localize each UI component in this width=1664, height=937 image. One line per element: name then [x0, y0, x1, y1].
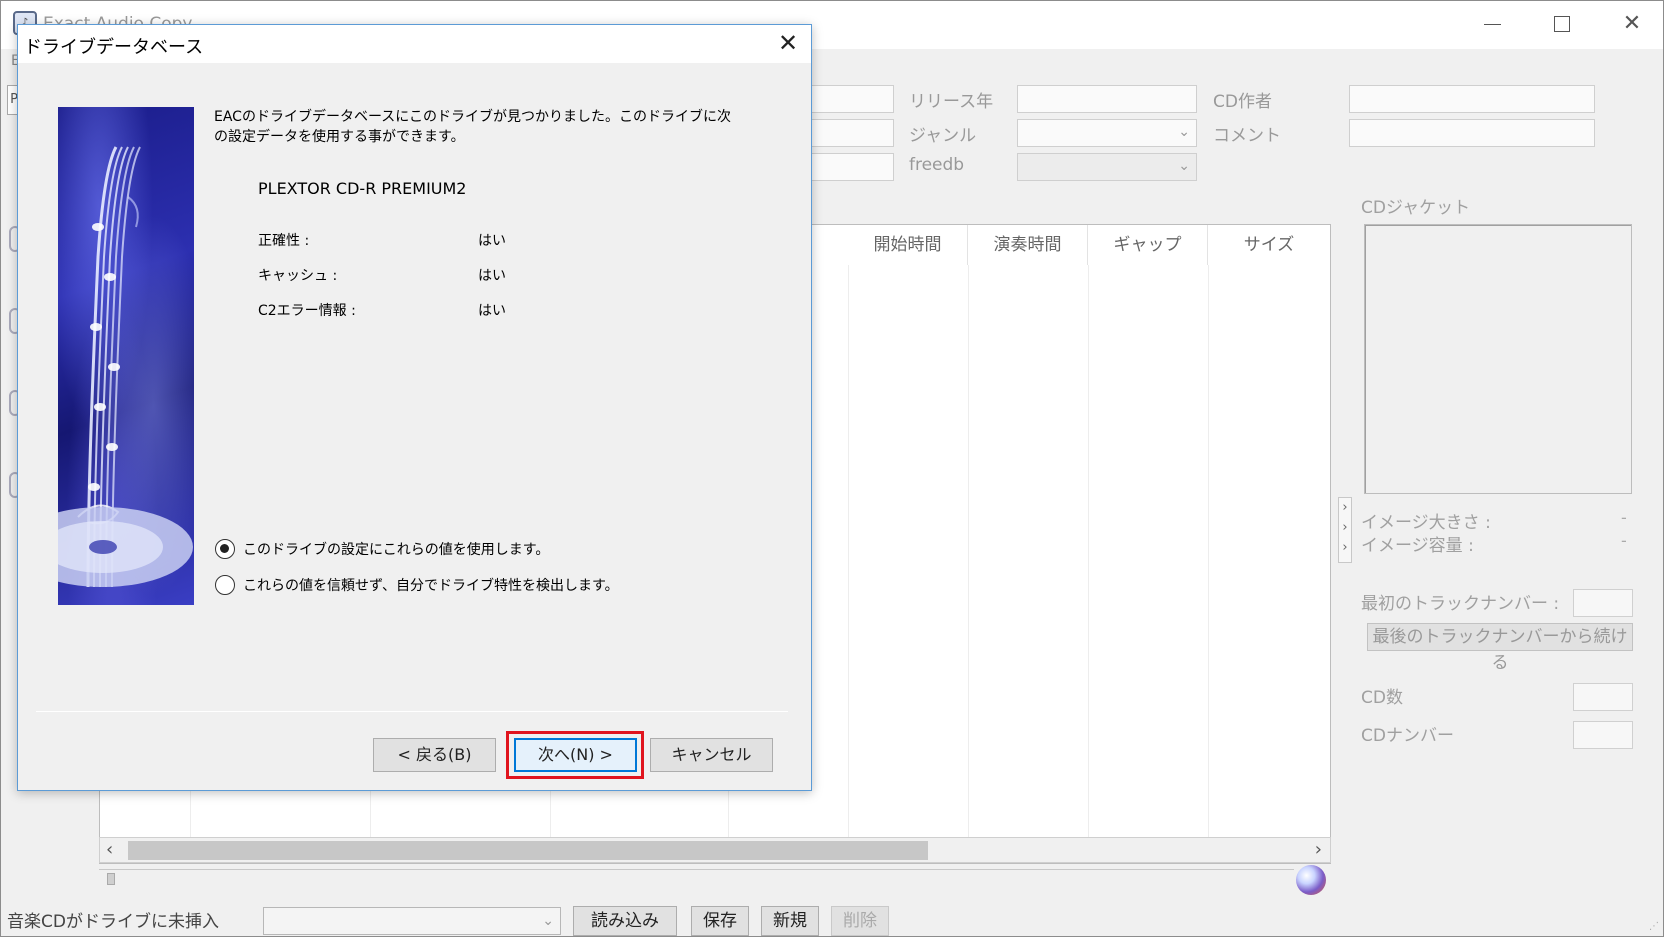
dialog-description: EACのドライブデータベースにこのドライブが見つかりました。このドライブに次の設…: [214, 109, 731, 145]
cd-jacket-label: CDジャケット: [1361, 198, 1471, 218]
minimize-button[interactable]: [1457, 1, 1527, 49]
status-text: 音楽CDがドライブに未挿入: [7, 912, 219, 932]
close-icon: ✕: [1622, 11, 1642, 36]
column-divider: [1088, 265, 1089, 845]
use-values-radio[interactable]: [215, 539, 235, 559]
release-year-label: リリース年: [909, 92, 994, 112]
music-cd-illustration: [58, 146, 193, 588]
comment-field[interactable]: [1349, 119, 1595, 147]
image-size-value: -: [1621, 508, 1627, 527]
scroll-left-icon[interactable]: ‹: [106, 838, 113, 862]
accuracy-value: はい: [478, 233, 506, 249]
progress-slider[interactable]: [99, 869, 1294, 891]
new-button[interactable]: 新規: [761, 906, 819, 936]
column-header-gap[interactable]: ギャップ: [1088, 225, 1208, 265]
image-size-label: イメージ大きさ :: [1361, 513, 1491, 533]
cd-author-field[interactable]: [1349, 85, 1595, 113]
detect-myself-label[interactable]: これらの値を信頼せず、自分でドライブ特性を検出します。: [243, 575, 619, 595]
image-volume-label: イメージ容量 :: [1361, 536, 1474, 556]
cd-count-field[interactable]: [1573, 683, 1633, 711]
close-icon: ✕: [777, 29, 799, 57]
resize-grip-icon[interactable]: ⋰: [1649, 921, 1661, 933]
freedb-label: freedb: [909, 155, 965, 175]
dialog-separator: [36, 711, 788, 712]
image-volume-value: -: [1621, 531, 1627, 550]
next-button-highlight: [506, 731, 644, 779]
chevron-down-icon: ⌄: [1178, 158, 1190, 174]
first-track-number-label: 最初のトラックナンバー :: [1361, 594, 1560, 614]
minimize-icon: [1483, 23, 1501, 25]
close-window-button[interactable]: ✕: [1597, 1, 1664, 49]
comment-label: コメント: [1213, 126, 1281, 146]
column-header-start-time[interactable]: 開始時間: [848, 225, 968, 265]
cd-count-label: CD数: [1361, 688, 1403, 708]
cd-author-label: CD作者: [1213, 92, 1272, 112]
dialog-titlebar: ドライブデータベース ✕: [18, 25, 811, 63]
chevron-down-icon: ⌄: [542, 913, 554, 929]
column-header-size[interactable]: サイズ: [1208, 225, 1330, 265]
cd-number-label: CDナンバー: [1361, 726, 1454, 746]
c2-error-value: はい: [478, 303, 506, 319]
panel-expander[interactable]: › › ›: [1338, 497, 1352, 563]
wizard-artwork: [58, 107, 194, 605]
dialog-title: ドライブデータベース: [24, 37, 204, 58]
dialog-close-button[interactable]: ✕: [765, 25, 811, 63]
horizontal-scrollbar[interactable]: ‹ ›: [99, 837, 1331, 863]
scroll-right-icon[interactable]: ›: [1315, 838, 1322, 862]
continue-track-number-button[interactable]: 最後のトラックナンバーから続ける: [1367, 623, 1633, 673]
chevron-down-icon: ⌄: [1178, 124, 1190, 140]
cd-jacket-image-box[interactable]: [1364, 224, 1632, 494]
scroll-thumb[interactable]: [128, 841, 928, 860]
cancel-button[interactable]: キャンセル: [650, 738, 773, 772]
cache-label: キャッシュ :: [258, 268, 338, 284]
genre-combo[interactable]: ⌄: [1017, 119, 1197, 147]
back-button[interactable]: < 戻る(B): [373, 738, 496, 772]
cd-number-field[interactable]: [1573, 721, 1633, 749]
maximize-icon: [1554, 16, 1570, 32]
save-button[interactable]: 保存: [691, 906, 749, 936]
use-values-label[interactable]: このドライブの設定にこれらの値を使用します。: [243, 539, 549, 559]
delete-button[interactable]: 削除: [831, 906, 889, 936]
drive-database-dialog: ドライブデータベース ✕ EACのドライブデータベースにこのドライブが見つかりま…: [17, 24, 812, 791]
load-button[interactable]: 読み込み: [573, 906, 677, 936]
column-header-duration[interactable]: 演奏時間: [968, 225, 1088, 265]
column-divider: [848, 265, 849, 845]
slider-handle[interactable]: [107, 873, 115, 885]
c2-error-label: C2エラー情報 :: [258, 303, 356, 319]
column-divider: [1208, 265, 1209, 845]
first-track-number-field[interactable]: [1573, 589, 1633, 617]
accuracy-label: 正確性 :: [258, 233, 310, 249]
freedb-globe-icon[interactable]: [1296, 865, 1326, 895]
detect-myself-radio[interactable]: [215, 575, 235, 595]
release-year-field[interactable]: [1017, 85, 1197, 113]
drive-name: PLEXTOR CD-R PREMIUM2: [258, 179, 467, 198]
maximize-button[interactable]: [1527, 1, 1597, 49]
cache-value: はい: [478, 268, 506, 284]
column-divider: [968, 265, 969, 845]
status-combo[interactable]: ⌄: [263, 907, 561, 935]
freedb-combo[interactable]: ⌄: [1017, 153, 1197, 181]
genre-label: ジャンル: [909, 126, 977, 146]
